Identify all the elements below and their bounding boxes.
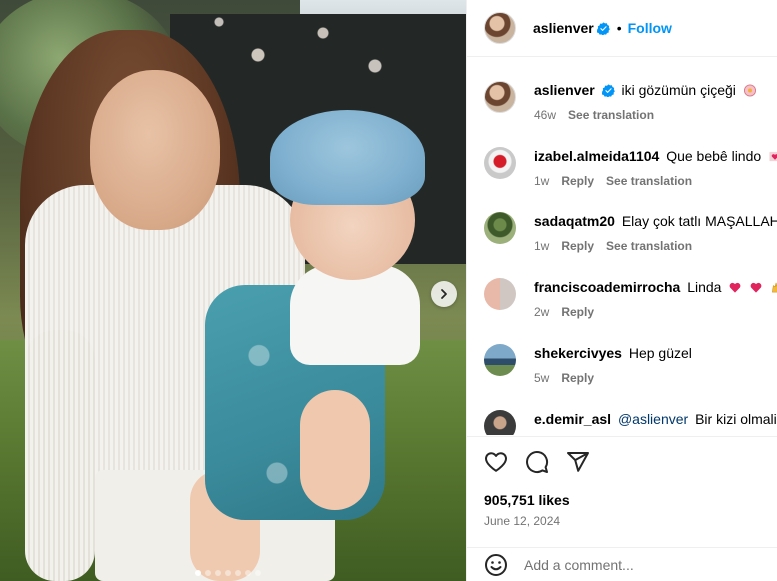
comment-item: sadaqatm20 Elay çok tatlı MAŞALLAH. 1w R… [484, 212, 777, 253]
post-photo[interactable] [0, 0, 466, 581]
comment-username[interactable]: e.demir_asl [534, 411, 611, 427]
share-icon[interactable] [566, 450, 590, 474]
comment-reply-button[interactable]: Reply [561, 174, 594, 188]
carousel-dot [225, 570, 231, 576]
carousel-indicator [195, 570, 261, 576]
post-actions: 905,751 likes June 12, 2024 [467, 436, 777, 528]
comment-text: Que bebê lindo [666, 148, 762, 164]
post-date[interactable]: June 12, 2024 [484, 514, 777, 528]
carousel-dot [245, 570, 251, 576]
commenter-avatar[interactable] [484, 147, 516, 179]
comment-reply-button[interactable]: Reply [561, 371, 594, 385]
red-heart-emoji-icon [729, 282, 741, 293]
caption-see-translation[interactable]: See translation [568, 108, 654, 122]
header-username[interactable]: aslienver [533, 20, 594, 36]
comment-text: Bir kizi olmali in [695, 411, 777, 427]
comment-username[interactable]: shekercivyes [534, 345, 622, 361]
follow-button[interactable]: Follow [628, 20, 672, 36]
comments-list[interactable]: aslienver iki gözümün çiçeği 46w See tra… [467, 58, 777, 435]
red-heart-emoji-icon [750, 282, 762, 293]
photo-baby-arm [300, 390, 370, 510]
comment-time: 5w [534, 371, 550, 385]
comment-reply-button[interactable]: Reply [561, 305, 594, 319]
carousel-dot [205, 570, 211, 576]
emoji-icon[interactable] [484, 553, 508, 577]
carousel-dot [255, 570, 261, 576]
likes-count[interactable]: 905,751 likes [484, 492, 777, 508]
carousel-next-button[interactable] [431, 281, 457, 307]
photo-baby-hat [270, 110, 425, 205]
commenter-avatar[interactable] [484, 410, 516, 435]
comment-icon[interactable] [525, 450, 549, 474]
comment-item: e.demir_asl @aslienver Bir kizi olmali i… [484, 410, 777, 435]
comment-username[interactable]: franciscoademirrocha [534, 279, 680, 295]
carousel-dot [235, 570, 241, 576]
add-comment-bar [467, 547, 777, 581]
verified-badge-icon [596, 21, 610, 35]
comment-text: Hep güzel [628, 345, 692, 361]
comment-input[interactable] [524, 556, 764, 573]
comment-text: Elay çok tatlı MAŞALLAH. [621, 213, 777, 229]
post-header: aslienver • Follow [467, 0, 777, 57]
commenter-avatar[interactable] [484, 344, 516, 376]
comment-time: 1w [534, 174, 550, 188]
comment-see-translation[interactable]: See translation [606, 174, 692, 188]
comment-see-translation[interactable]: See translation [606, 239, 692, 253]
comment-mention[interactable]: @aslienver [618, 411, 688, 427]
comment-text: Linda [687, 279, 722, 295]
caption-avatar[interactable] [484, 81, 516, 113]
caption-username[interactable]: aslienver [534, 82, 595, 98]
comment-reply-button[interactable]: Reply [561, 239, 594, 253]
header-separator: • [616, 20, 622, 36]
carousel-dot [215, 570, 221, 576]
comment-time: 1w [534, 239, 550, 253]
caption-text: iki gözümün çiçeği [621, 82, 736, 98]
comment-username[interactable]: izabel.almeida1104 [534, 148, 659, 164]
comment-item: shekercivyes Hep güzel 5w Reply [484, 344, 777, 385]
flower-emoji-icon [743, 84, 756, 97]
heart-icon[interactable] [484, 450, 508, 474]
commenter-avatar[interactable] [484, 212, 516, 244]
comment-item: franciscoademirrocha Linda 2w Reply [484, 278, 777, 319]
chevron-right-icon [441, 289, 447, 299]
comment-time: 2w [534, 305, 550, 319]
owner-avatar[interactable] [484, 12, 516, 44]
verified-badge-icon [601, 84, 615, 97]
photo-baby-shirt [290, 265, 420, 365]
heart-letter-emoji-icon [769, 151, 777, 162]
post-side-panel: aslienver • Follow aslienver iki gözümün… [466, 0, 777, 581]
caption-item: aslienver iki gözümün çiçeği 46w See tra… [484, 81, 777, 122]
carousel-dot-active [195, 570, 201, 576]
commenter-avatar[interactable] [484, 278, 516, 310]
raising-hands-emoji-icon [772, 282, 777, 293]
photo-background-blossom [180, 0, 440, 110]
photo-woman-face [90, 70, 220, 230]
photo-woman-arm [25, 330, 95, 581]
comment-item: izabel.almeida1104 Que bebê lindo 1w Rep… [484, 147, 777, 188]
caption-time: 46w [534, 108, 557, 122]
comment-username[interactable]: sadaqatm20 [534, 213, 615, 229]
